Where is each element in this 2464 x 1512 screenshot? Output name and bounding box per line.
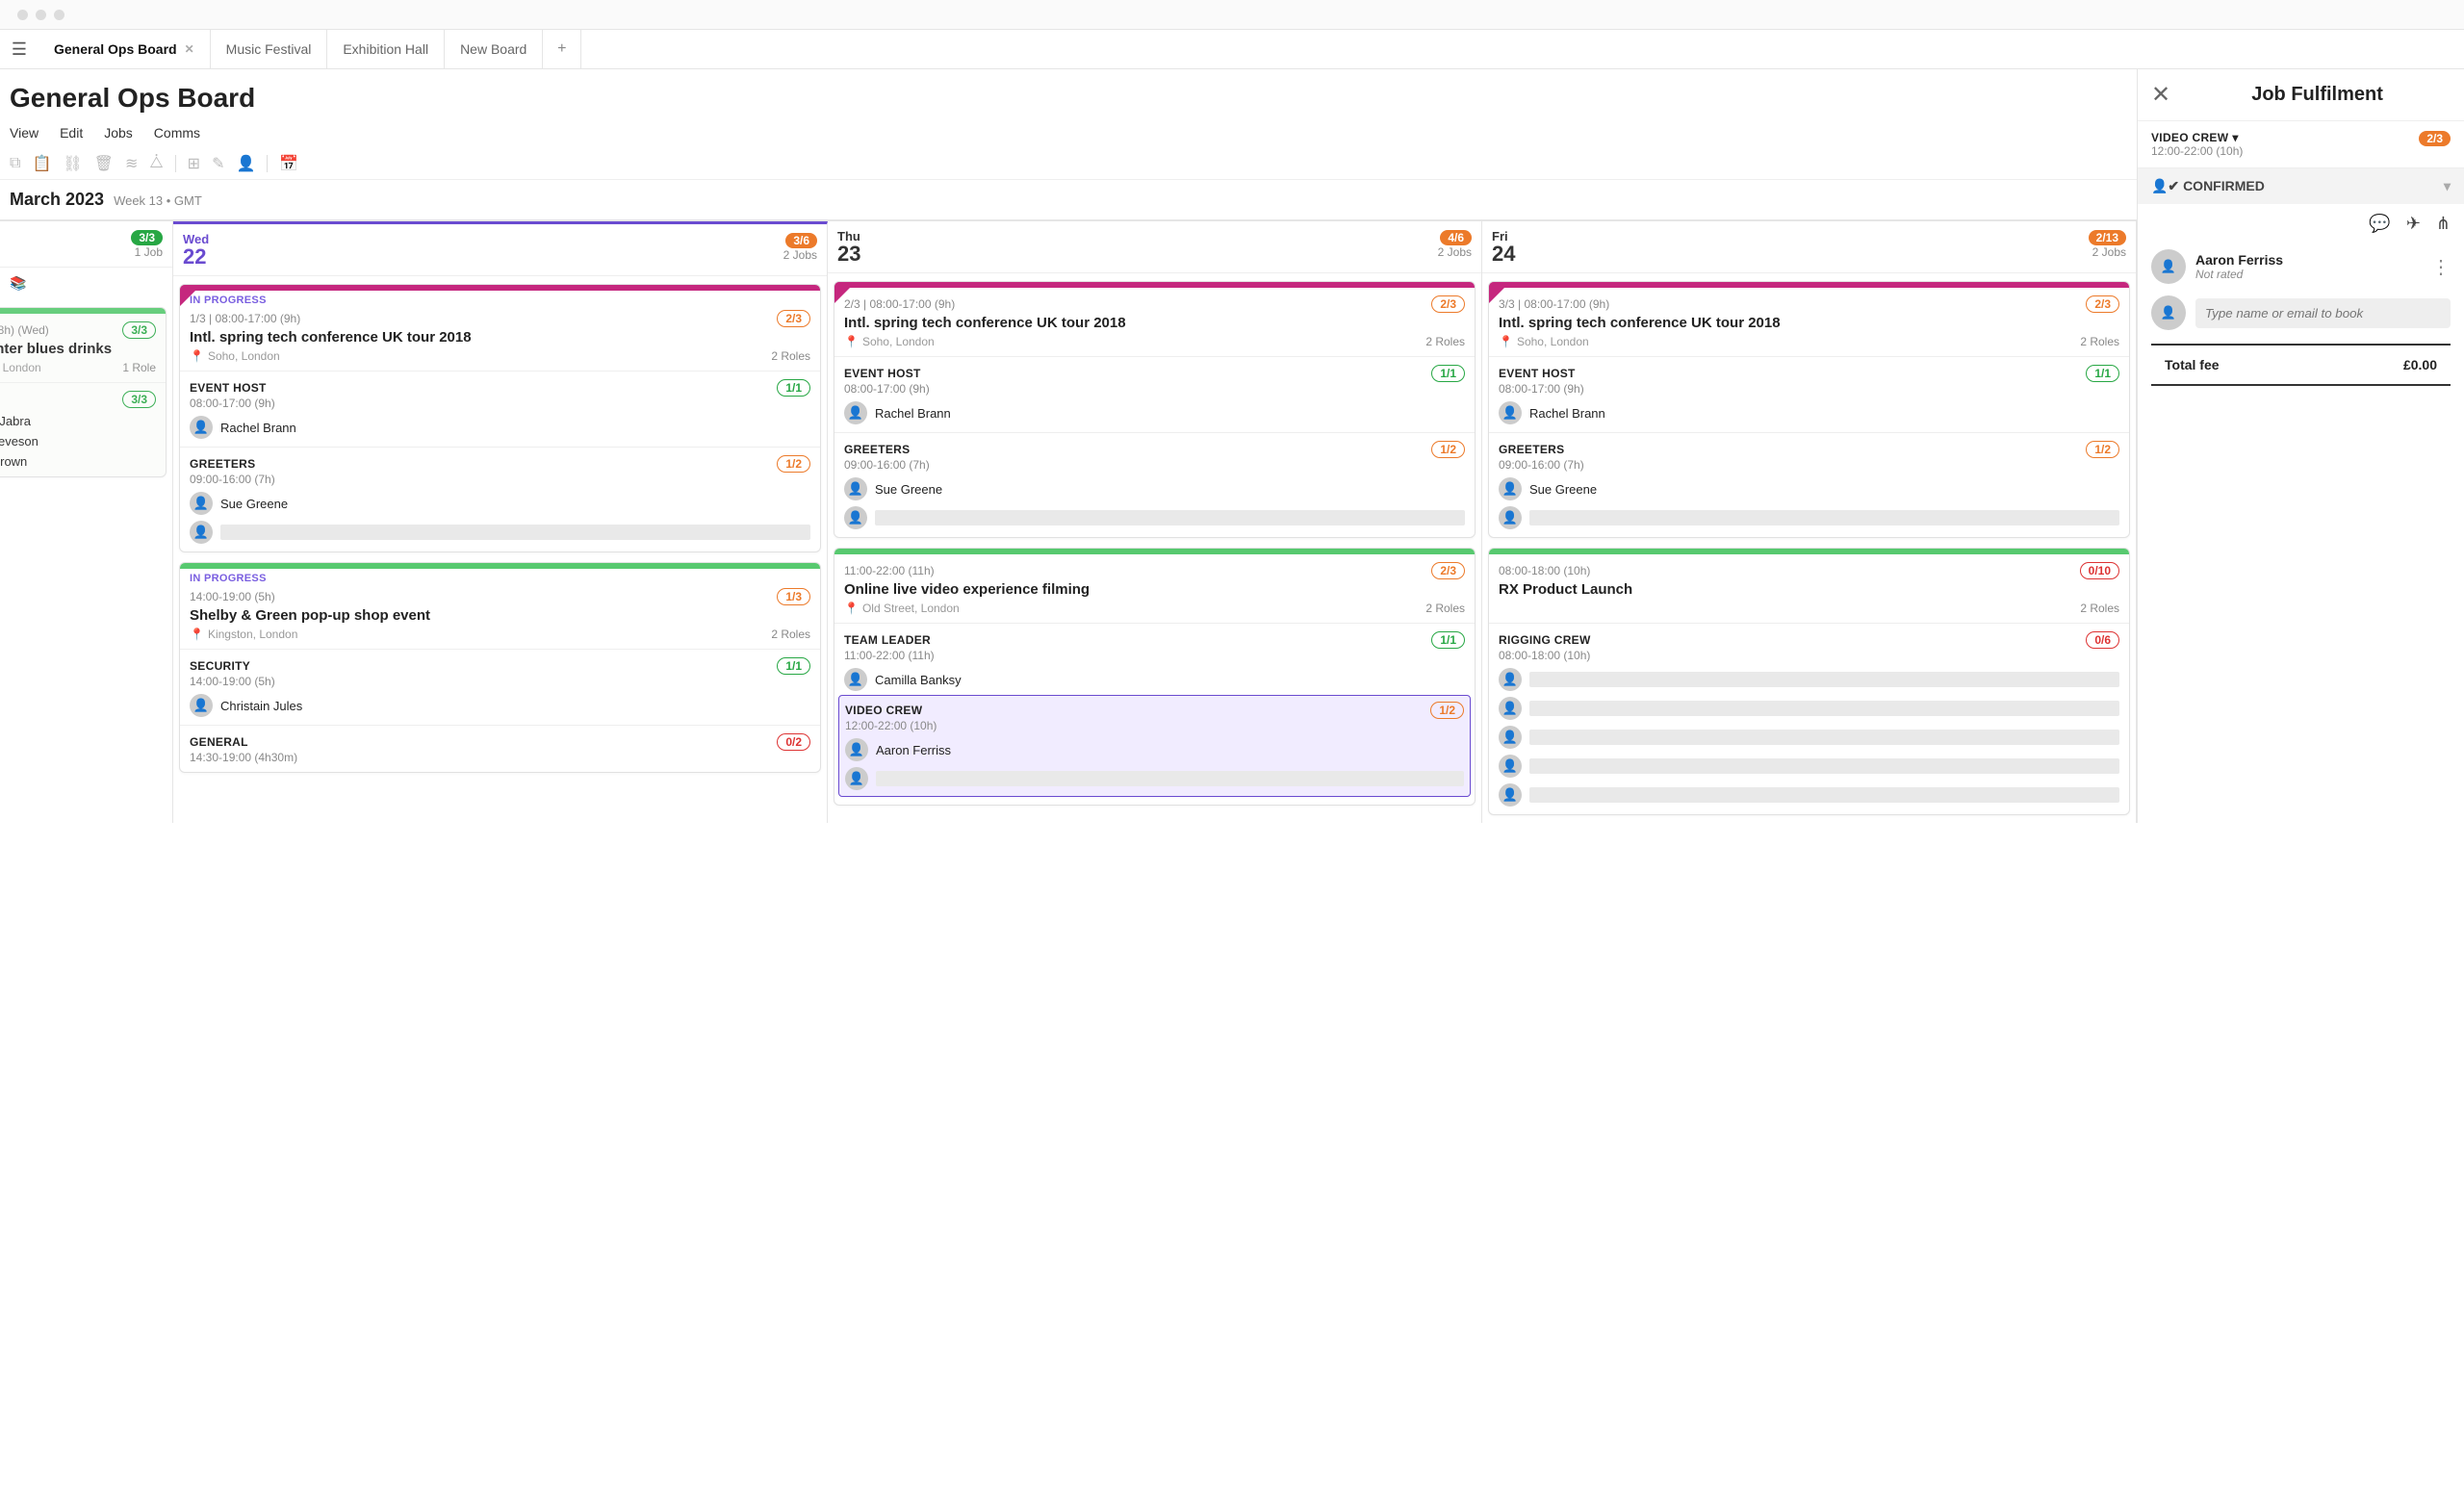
tab-new-board[interactable]: New Board bbox=[445, 30, 543, 68]
board: 3/3 1 Job 📚 00 (8h) (Wed)3/3 Winter blue… bbox=[0, 220, 2137, 823]
side-panel: ✕ Job Fulfilment VIDEO CREW ▾ 12:00-22:0… bbox=[2137, 69, 2464, 823]
tab-exhibition-hall[interactable]: Exhibition Hall bbox=[327, 30, 445, 68]
board-title: General Ops Board bbox=[10, 83, 2127, 114]
add-icon[interactable]: ⊞ bbox=[188, 154, 200, 173]
month-label: March 2023 bbox=[10, 190, 104, 210]
total-value: £0.00 bbox=[2403, 357, 2437, 372]
menu-jobs[interactable]: Jobs bbox=[104, 125, 133, 141]
confirmed-section[interactable]: 👤✔ CONFIRMED ▾ bbox=[2138, 168, 2464, 204]
panel-title: Job Fulfilment bbox=[2184, 84, 2451, 106]
add-tab-button[interactable]: + bbox=[543, 30, 581, 68]
date-line: March 2023 Week 13 • GMT bbox=[0, 180, 2137, 220]
chat-icon[interactable]: 💬 bbox=[2369, 214, 2390, 234]
empty-slot[interactable] bbox=[220, 525, 810, 540]
booked-person[interactable]: 👤 Aaron FerrissNot rated ⋮ bbox=[2138, 243, 2464, 290]
tab-bar: ☰ General Ops Board✕ Music Festival Exhi… bbox=[0, 29, 2464, 69]
event-card[interactable]: 2/3 | 08:00-17:00 (9h)2/3 Intl. spring t… bbox=[834, 281, 1476, 538]
person-icon[interactable]: 👤 bbox=[236, 154, 255, 173]
close-icon[interactable]: ✕ bbox=[2151, 81, 2170, 109]
menu-view[interactable]: View bbox=[10, 125, 38, 141]
week-label: Week 13 • GMT bbox=[114, 193, 202, 208]
edit-icon[interactable]: ✎ bbox=[212, 154, 224, 173]
send-icon[interactable]: ✈ bbox=[2406, 214, 2421, 234]
layers-icon[interactable]: ≋ bbox=[125, 154, 138, 173]
event-card[interactable]: 11:00-22:00 (11h)2/3 Online live video e… bbox=[834, 548, 1476, 806]
chevron-down-icon: ▾ bbox=[2232, 131, 2238, 144]
empty-slot[interactable] bbox=[875, 510, 1465, 525]
tab-general-ops[interactable]: General Ops Board✕ bbox=[38, 30, 211, 68]
role-dropdown[interactable]: VIDEO CREW ▾ bbox=[2151, 131, 2243, 144]
menu-edit[interactable]: Edit bbox=[60, 125, 83, 141]
day-badge: 3/3 bbox=[131, 230, 163, 245]
menu-bar: View Edit Jobs Comms bbox=[10, 125, 2127, 141]
menu-icon[interactable]: ☰ bbox=[0, 39, 38, 60]
link-icon[interactable]: ⛓ bbox=[63, 154, 82, 173]
status-label: IN PROGRESS bbox=[190, 295, 810, 306]
menu-comms[interactable]: Comms bbox=[154, 125, 200, 141]
toolbar: ⧉ 📋 ⛓ 🗑 ≋ ⧊ ⊞ ✎ 👤 📅 bbox=[0, 148, 2137, 180]
trash-icon[interactable]: 🗑 bbox=[94, 154, 114, 173]
event-card[interactable]: IN PROGRESS 14:00-19:00 (5h)1/3 Shelby &… bbox=[179, 562, 821, 773]
calendar-search-icon[interactable]: 📅 bbox=[279, 154, 298, 173]
paste-icon[interactable]: 📋 bbox=[32, 154, 51, 173]
total-label: Total fee bbox=[2165, 357, 2220, 372]
tab-music-festival[interactable]: Music Festival bbox=[211, 30, 328, 68]
share-icon[interactable]: ⋔ bbox=[2436, 214, 2451, 234]
stack-icon[interactable]: 📚 bbox=[0, 268, 172, 299]
event-card[interactable]: 00 (8h) (Wed)3/3 Winter blues drinks 📍, … bbox=[0, 307, 167, 477]
role-video-crew[interactable]: VIDEO CREW1/212:00-22:00 (10h) 👤Aaron Fe… bbox=[838, 695, 1471, 797]
window-titlebar bbox=[0, 0, 2464, 29]
more-icon[interactable]: ⋮ bbox=[2431, 255, 2451, 279]
unstack-icon[interactable]: ⧊ bbox=[149, 155, 163, 172]
copy-icon[interactable]: ⧉ bbox=[10, 155, 20, 172]
empty-slot[interactable] bbox=[1529, 510, 2119, 525]
event-card[interactable]: 08:00-18:00 (10h)0/10 RX Product Launch … bbox=[1488, 548, 2130, 815]
empty-slot[interactable] bbox=[876, 771, 1464, 786]
book-input[interactable] bbox=[2195, 298, 2451, 328]
chevron-down-icon: ▾ bbox=[2444, 178, 2451, 194]
fill-badge: 2/3 bbox=[2419, 131, 2451, 146]
event-card[interactable]: 3/3 | 08:00-17:00 (9h)2/3 Intl. spring t… bbox=[1488, 281, 2130, 538]
event-card[interactable]: IN PROGRESS 1/3 | 08:00-17:00 (9h)2/3 In… bbox=[179, 284, 821, 552]
close-icon[interactable]: ✕ bbox=[185, 42, 194, 56]
